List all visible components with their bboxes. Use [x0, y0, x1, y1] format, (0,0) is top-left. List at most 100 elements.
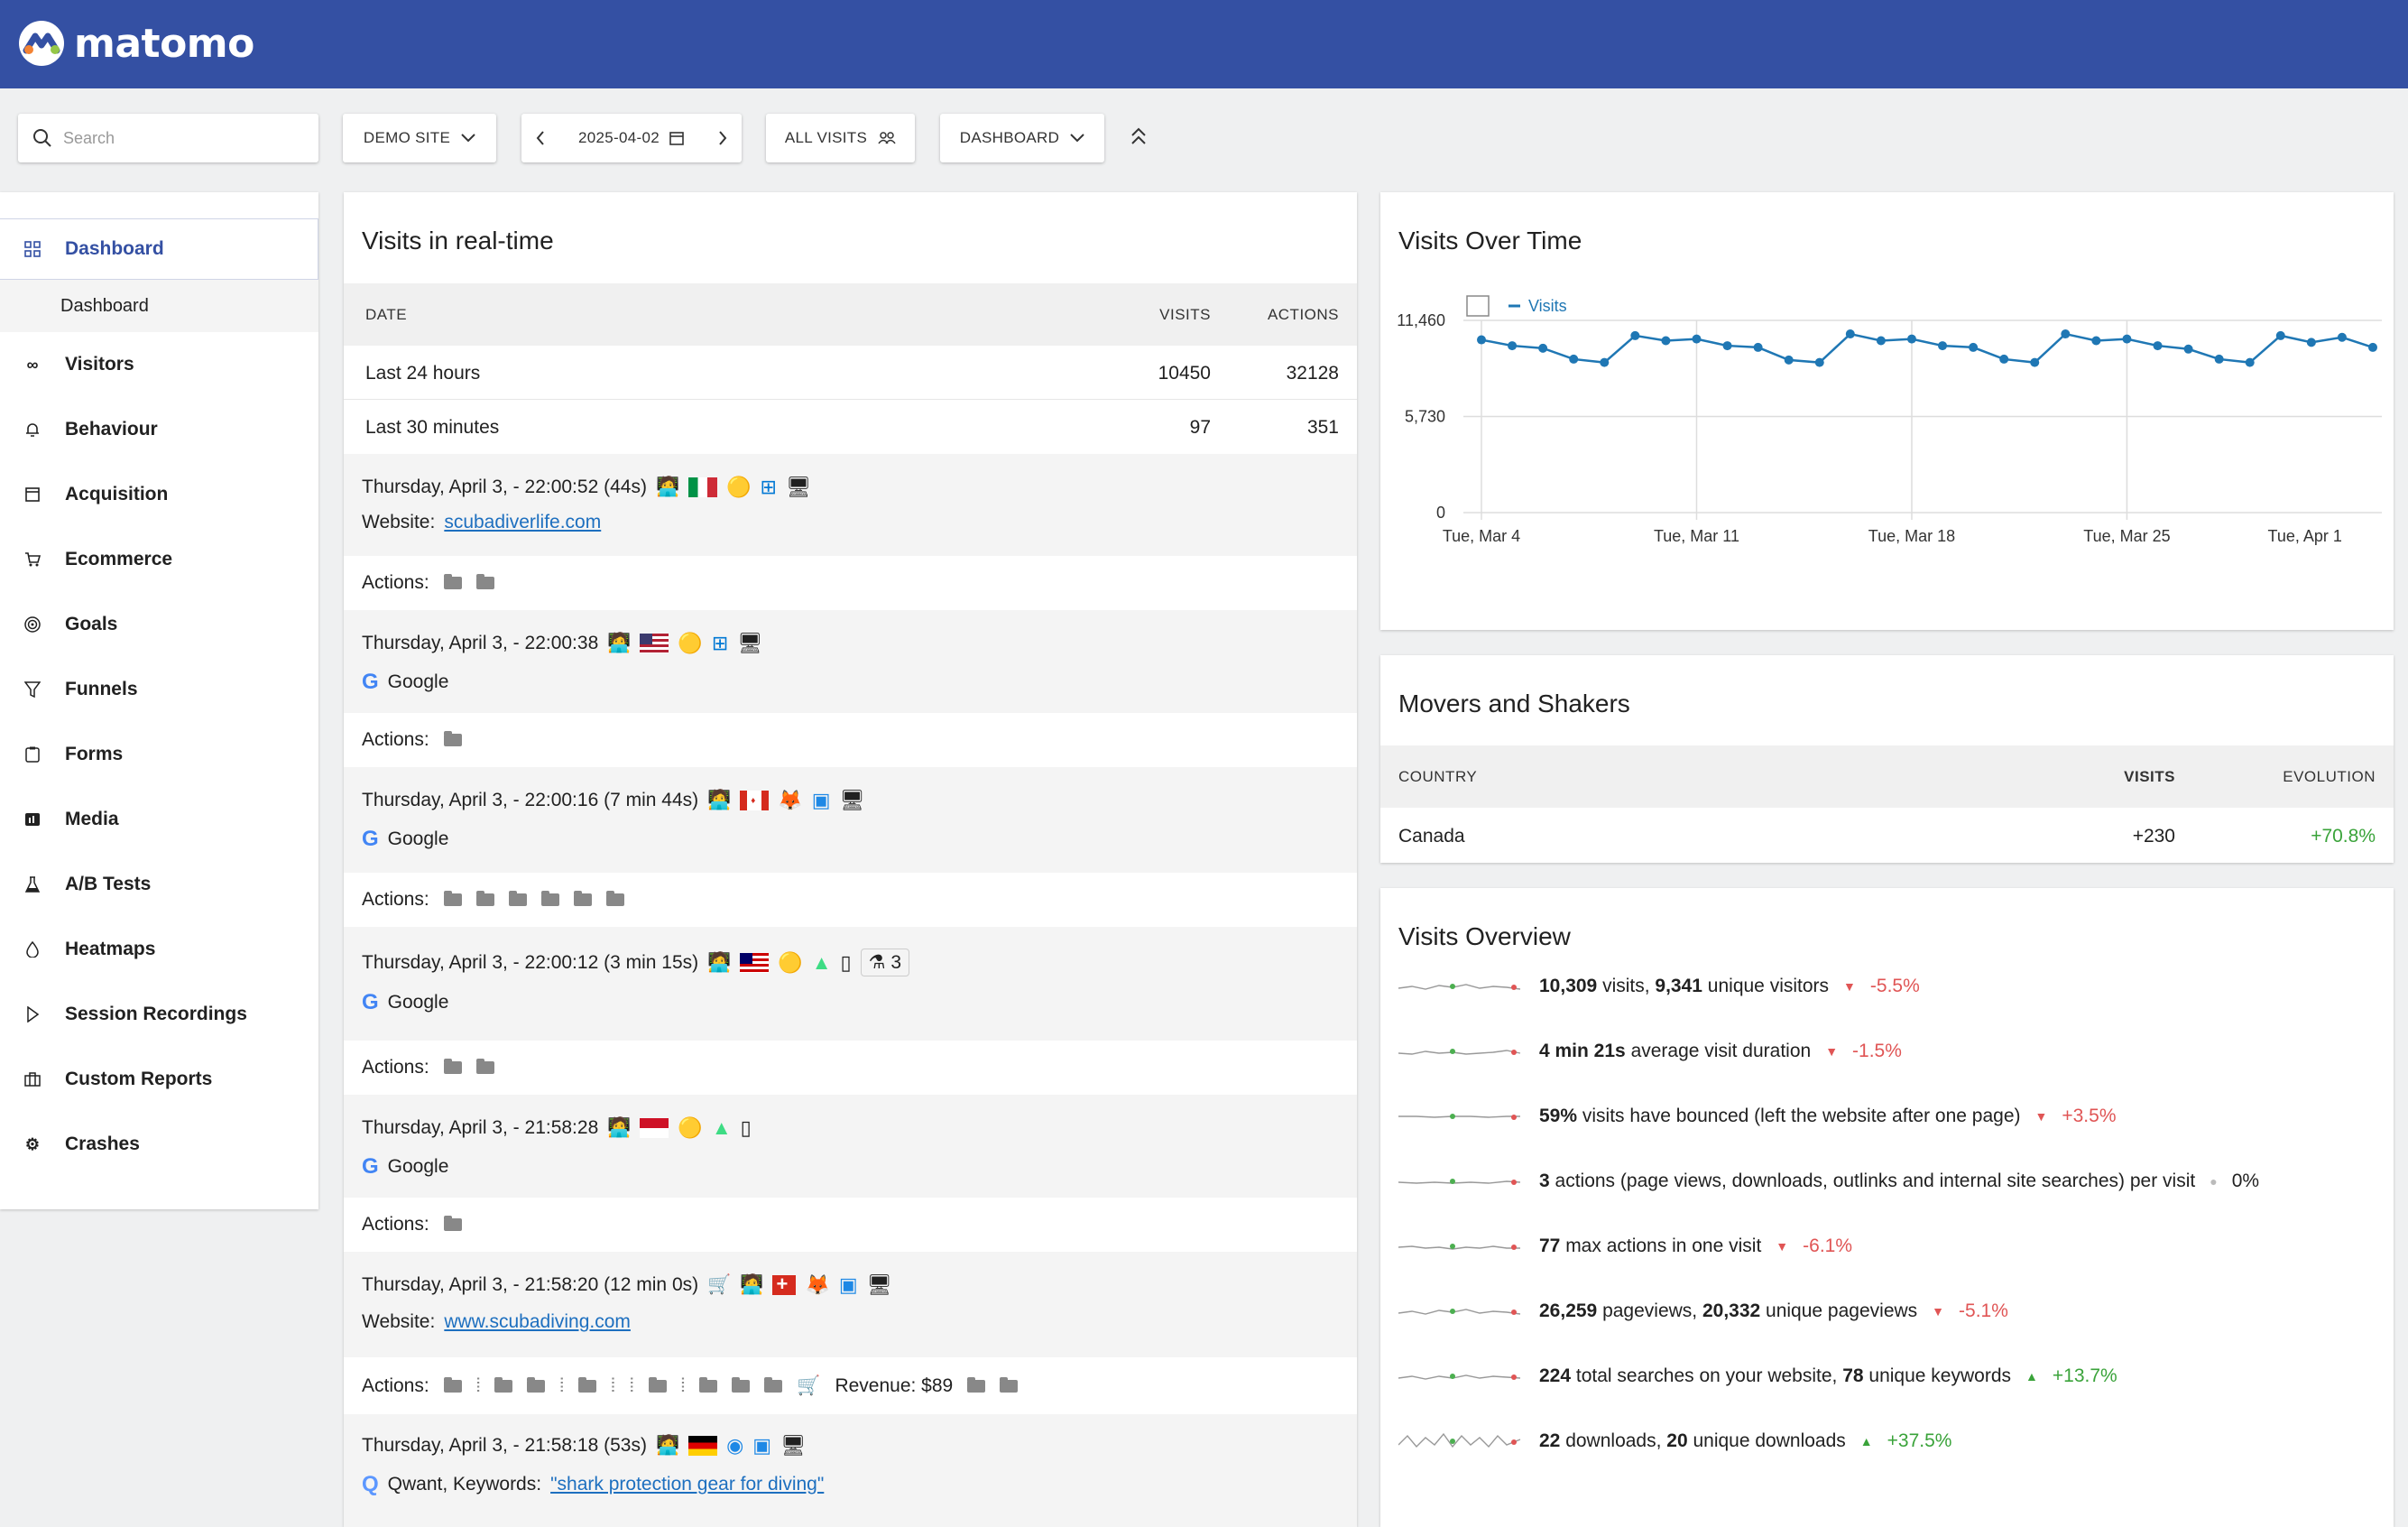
folder-icon[interactable] — [764, 1376, 783, 1393]
folder-icon[interactable] — [443, 891, 462, 906]
dashboard-selector[interactable]: DASHBOARD — [940, 114, 1104, 162]
chevron-left-icon[interactable] — [536, 131, 545, 145]
visits-over-time-widget: Visits Over Time 0 5,730 11,460 Tue, Mar 4 T… — [1380, 192, 2394, 630]
folder-icon[interactable] — [475, 1059, 494, 1074]
visit-item[interactable]: Thursday, April 3, - 21:58:28 🧑‍💻 🟡 ▲ ▯ … — [344, 1095, 1357, 1198]
visit-item[interactable]: Thursday, April 3, - 21:58:20 (12 min 0s… — [344, 1252, 1357, 1357]
sparkline[interactable] — [1398, 1367, 1525, 1385]
segment-label: ALL VISITS — [784, 129, 868, 146]
sparkline[interactable] — [1398, 1237, 1525, 1255]
chevron-right-icon[interactable] — [718, 131, 727, 145]
audio-icon[interactable]: ⦙ — [630, 1375, 634, 1397]
visit-item[interactable]: Thursday, April 3, - 22:00:16 (7 min 44s… — [344, 767, 1357, 873]
visitor-profile-icon[interactable]: 🧑‍💻 — [740, 1274, 763, 1296]
folder-icon[interactable] — [443, 1059, 462, 1074]
folder-icon[interactable] — [1000, 1376, 1019, 1393]
visit-item[interactable]: Thursday, April 3, - 22:00:38 🧑‍💻 🟡 ⊞ 🖥 … — [344, 610, 1357, 713]
visitor-profile-icon[interactable]: 🧑‍💻 — [607, 1117, 631, 1139]
folder-icon[interactable] — [508, 891, 527, 906]
sidebar-item-crashes[interactable]: ⚙ Crashes — [0, 1112, 318, 1177]
folder-icon[interactable] — [527, 1376, 546, 1393]
sidebar-item-ecommerce[interactable]: Ecommerce — [0, 527, 318, 592]
source-prefix: Qwant, Keywords: — [387, 1474, 542, 1495]
folder-icon[interactable] — [443, 1216, 462, 1231]
referrer-link[interactable]: scubadiverlife.com — [444, 512, 601, 533]
ab-test-badge[interactable]: ⚗ 3 — [860, 949, 910, 976]
collapse-icon[interactable] — [1130, 126, 1148, 146]
sidebar-item-custom-reports[interactable]: Custom Reports — [0, 1047, 318, 1112]
keyword-link[interactable]: "shark protection gear for diving" — [550, 1474, 824, 1495]
visitor-profile-icon[interactable]: 🧑‍💻 — [607, 633, 631, 654]
matomo-logo[interactable]: matomo — [18, 20, 254, 67]
sidebar-item-behaviour[interactable]: Behaviour — [0, 397, 318, 462]
folder-icon[interactable] — [443, 574, 462, 589]
sparkline[interactable] — [1398, 977, 1525, 995]
y-tick-label: 5,730 — [1405, 408, 1445, 426]
visit-item[interactable]: Thursday, April 3, - 22:00:52 (44s) 🧑‍💻 … — [344, 454, 1357, 556]
sidebar-item-heatmaps[interactable]: Heatmaps — [0, 917, 318, 982]
overview-item: 10,309 visits, 9,341 unique visitors ▼ -5.… — [1398, 976, 1920, 997]
data-point — [1692, 334, 1702, 344]
visit-header: Thursday, April 3, - 22:00:16 (7 min 44s… — [362, 789, 864, 812]
sidebar-item-visitors[interactable]: ∞ Visitors — [0, 332, 318, 397]
folder-icon[interactable] — [494, 1376, 513, 1393]
audio-icon[interactable]: ⦙ — [611, 1375, 615, 1397]
trend-zero-icon: ● — [2210, 1174, 2218, 1189]
sidebar-item-session-recordings[interactable]: Session Recordings — [0, 982, 318, 1047]
folder-icon[interactable] — [573, 891, 592, 906]
sidebar-item-forms[interactable]: Forms — [0, 722, 318, 787]
data-point — [1938, 341, 1948, 351]
visits-line-chart[interactable]: 0 5,730 11,460 Tue, Mar 4 Tue, Mar 11 Tue, Ma… — [1380, 282, 2394, 643]
sidebar-item-goals[interactable]: Goals — [0, 592, 318, 657]
col-actions: ACTIONS — [1267, 306, 1339, 323]
source-name: Google — [387, 1156, 449, 1177]
data-point — [1508, 341, 1518, 351]
folder-icon[interactable] — [699, 1376, 718, 1393]
folder-icon[interactable] — [578, 1376, 597, 1393]
sidebar-item-dashboard[interactable]: Dashboard — [0, 218, 318, 280]
date-selector[interactable]: 2025-04-02 — [521, 114, 742, 162]
change-value: +3.5% — [2062, 1106, 2117, 1126]
sidebar-item-media[interactable]: Media — [0, 787, 318, 852]
row-evolution: +70.8% — [2311, 826, 2376, 847]
data-point — [1722, 341, 1732, 351]
segment-selector[interactable]: ALL VISITS — [766, 114, 915, 162]
overview-item: 77 max actions in one visit ▼ -6.1% — [1398, 1235, 1852, 1257]
sparkline[interactable] — [1398, 1172, 1525, 1190]
sidebar-item-ab-tests[interactable]: A/B Tests — [0, 852, 318, 917]
visitor-profile-icon[interactable]: 🧑‍💻 — [656, 1435, 679, 1457]
sidebar-subitem-dashboard[interactable]: Dashboard — [0, 280, 318, 332]
audio-icon[interactable]: ⦙ — [681, 1375, 686, 1397]
data-point — [2030, 357, 2040, 367]
referrer-link[interactable]: www.scubadiving.com — [444, 1311, 631, 1333]
visitor-profile-icon[interactable]: 🧑‍💻 — [707, 952, 731, 974]
sparkline[interactable] — [1398, 1107, 1525, 1125]
visitor-profile-icon[interactable]: 🧑‍💻 — [656, 477, 679, 498]
data-point — [1906, 334, 1916, 344]
google-icon: G — [362, 827, 379, 851]
sparkline[interactable] — [1398, 1042, 1525, 1060]
visitor-profile-icon[interactable]: 🧑‍💻 — [707, 790, 731, 811]
folder-icon[interactable] — [648, 1376, 667, 1393]
folder-icon[interactable] — [967, 1376, 986, 1393]
visit-item[interactable]: Thursday, April 3, - 21:58:18 (53s) 🧑‍💻 … — [344, 1414, 1357, 1527]
firefox-icon: 🦊 — [805, 1273, 830, 1296]
folder-icon[interactable] — [540, 891, 559, 906]
folder-icon[interactable] — [443, 731, 462, 746]
folder-icon[interactable] — [605, 891, 624, 906]
audio-icon[interactable]: ⦙ — [559, 1375, 564, 1397]
audio-icon[interactable]: ⦙ — [476, 1375, 481, 1397]
site-selector[interactable]: DEMO SITE — [343, 114, 496, 162]
visit-source: G Google — [362, 1154, 448, 1180]
folder-icon[interactable] — [732, 1376, 751, 1393]
sparkline[interactable] — [1398, 1302, 1525, 1320]
table-row[interactable]: Canada +230 +70.8% — [1380, 808, 2394, 863]
sparkline[interactable] — [1398, 1432, 1525, 1450]
search-box[interactable]: Search — [18, 114, 318, 162]
folder-icon[interactable] — [443, 1376, 462, 1393]
folder-icon[interactable] — [475, 574, 494, 589]
sidebar-item-acquisition[interactable]: Acquisition — [0, 462, 318, 527]
visit-item[interactable]: Thursday, April 3, - 22:00:12 (3 min 15s… — [344, 927, 1357, 1041]
folder-icon[interactable] — [475, 891, 494, 906]
sidebar-item-funnels[interactable]: Funnels — [0, 657, 318, 722]
